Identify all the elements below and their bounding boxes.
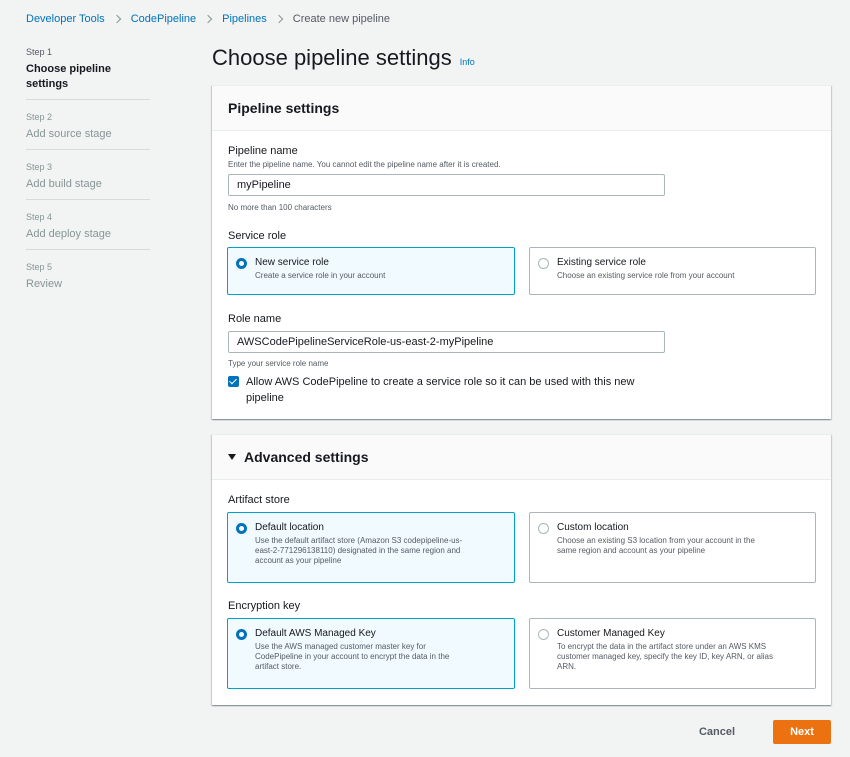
- desc-line: CodePipeline in your account to encrypt …: [255, 652, 450, 661]
- allow-label-line-2: pipeline: [246, 392, 284, 404]
- tile-description: Choose an existing S3 location from your…: [557, 536, 805, 556]
- role-name-input[interactable]: [228, 331, 665, 353]
- role-name-label: Role name: [228, 313, 282, 325]
- chevron-right-icon: [203, 14, 213, 24]
- step-5: Step 5 Review: [26, 261, 150, 299]
- tile-title: Custom location: [557, 522, 629, 533]
- advanced-settings-title: Advanced settings: [244, 449, 369, 465]
- desc-line: account as your pipeline: [255, 556, 342, 565]
- cancel-button[interactable]: Cancel: [690, 720, 744, 744]
- wizard-steps: Step 1 Choose pipeline settings Step 2 A…: [26, 46, 150, 310]
- allow-service-role-label[interactable]: Allow AWS CodePipeline to create a servi…: [246, 374, 666, 406]
- tile-description: Use the default artifact store (Amazon S…: [255, 536, 504, 566]
- tile-title: Customer Managed Key: [557, 628, 665, 639]
- step-title: Choose pipeline settings: [26, 63, 111, 90]
- tile-title: Default location: [255, 522, 324, 533]
- default-managed-key-tile[interactable]: Default AWS Managed Key Use the AWS mana…: [227, 618, 515, 689]
- step-title: Add deploy stage: [26, 228, 112, 240]
- desc-line: artifact store.: [255, 662, 302, 671]
- checkbox-checked-icon[interactable]: [228, 376, 239, 387]
- step-1: Step 1 Choose pipeline settings: [26, 46, 150, 100]
- caret-down-icon: [228, 454, 236, 460]
- desc-line: Use the AWS managed customer master key …: [255, 642, 426, 651]
- customer-managed-key-tile[interactable]: Customer Managed Key To encrypt the data…: [529, 618, 816, 689]
- step-number: Step 5: [26, 262, 53, 272]
- step-title: Review: [26, 278, 63, 290]
- custom-location-tile[interactable]: Custom location Choose an existing S3 lo…: [529, 512, 816, 583]
- radio-unselected-icon[interactable]: [538, 258, 549, 269]
- breadcrumb-codepipeline[interactable]: CodePipeline: [131, 13, 196, 25]
- radio-selected-icon[interactable]: [236, 258, 247, 269]
- tile-description: Create a service role in your account: [255, 271, 386, 280]
- tile-description: Choose an existing service role from you…: [557, 271, 735, 280]
- existing-service-role-tile[interactable]: Existing service role Choose an existing…: [529, 247, 816, 295]
- pipeline-settings-panel: Pipeline settings Pipeline name Enter th…: [212, 85, 831, 419]
- desc-line: customer managed key, specify the key ID…: [557, 652, 773, 661]
- allow-label-line-1: Allow AWS CodePipeline to create a servi…: [246, 376, 635, 388]
- step-title: Add source stage: [26, 128, 112, 140]
- step-number: Step 4: [26, 212, 53, 222]
- chevron-right-icon: [274, 14, 284, 24]
- desc-line: To encrypt the data in the artifact stor…: [557, 642, 767, 651]
- chevron-right-icon: [112, 14, 121, 24]
- pipeline-name-description: Enter the pipeline name. You cannot edit…: [228, 160, 501, 169]
- step-3: Step 3 Add build stage: [26, 161, 150, 200]
- tile-title: New service role: [255, 257, 329, 268]
- step-number: Step 3: [26, 162, 53, 172]
- radio-selected-icon[interactable]: [236, 523, 247, 534]
- radio-unselected-icon[interactable]: [538, 523, 549, 534]
- default-location-tile[interactable]: Default location Use the default artifac…: [227, 512, 515, 583]
- advanced-settings-header[interactable]: Advanced settings: [212, 435, 831, 480]
- encryption-key-label: Encryption key: [228, 600, 301, 612]
- desc-line: same region and account as your pipeline: [557, 546, 706, 555]
- next-button[interactable]: Next: [773, 720, 831, 744]
- role-name-hint: Type your service role name: [228, 359, 329, 368]
- artifact-store-label: Artifact store: [228, 494, 290, 506]
- step-number: Step 2: [26, 112, 53, 122]
- desc-line: ARN.: [557, 662, 577, 671]
- radio-selected-icon[interactable]: [236, 629, 247, 640]
- tile-title: Default AWS Managed Key: [255, 628, 376, 639]
- step-number: Step 1: [26, 47, 53, 57]
- breadcrumb-pipelines[interactable]: Pipelines: [222, 13, 267, 25]
- step-2: Step 2 Add source stage: [26, 111, 150, 150]
- desc-line: Choose an existing S3 location from your…: [557, 536, 755, 545]
- pipeline-name-input[interactable]: [228, 174, 665, 196]
- info-link[interactable]: Info: [460, 49, 475, 75]
- tile-description: To encrypt the data in the artifact stor…: [557, 642, 805, 672]
- pipeline-name-label: Pipeline name: [228, 145, 298, 157]
- service-role-label: Service role: [228, 230, 287, 242]
- tile-title: Existing service role: [557, 257, 646, 268]
- panel-header: Pipeline settings: [212, 86, 831, 131]
- new-service-role-tile[interactable]: New service role Create a service role i…: [227, 247, 515, 295]
- advanced-settings-panel: Advanced settings Artifact store Default…: [212, 434, 831, 705]
- breadcrumb: Developer Tools CodePipeline Pipelines C…: [26, 12, 390, 26]
- desc-line: east-2-771296138110) designated in the s…: [255, 546, 461, 555]
- page-title-text: Choose pipeline settings: [212, 45, 452, 70]
- page-title: Choose pipeline settings Info: [212, 45, 475, 75]
- desc-line: Use the default artifact store (Amazon S…: [255, 536, 463, 545]
- breadcrumb-current: Create new pipeline: [292, 13, 390, 25]
- step-title: Add build stage: [26, 178, 102, 190]
- radio-unselected-icon[interactable]: [538, 629, 549, 640]
- pipeline-name-hint: No more than 100 characters: [228, 203, 332, 212]
- breadcrumb-developer-tools[interactable]: Developer Tools: [26, 13, 105, 25]
- step-4: Step 4 Add deploy stage: [26, 211, 150, 250]
- tile-description: Use the AWS managed customer master key …: [255, 642, 504, 672]
